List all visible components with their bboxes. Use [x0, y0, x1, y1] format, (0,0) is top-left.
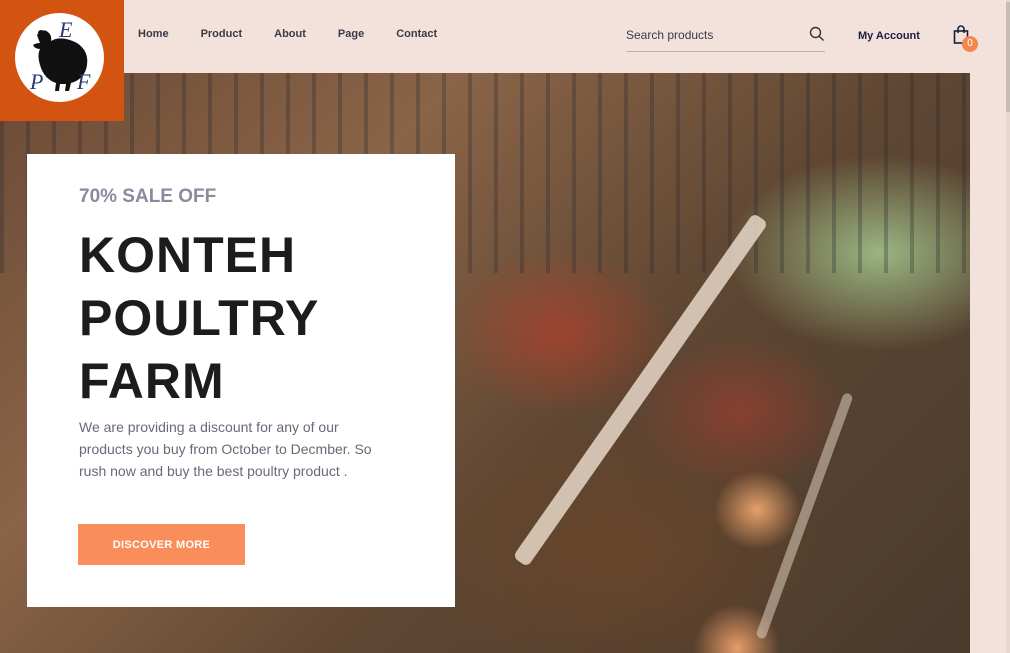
hero-image-feed-rail-far	[755, 391, 854, 640]
sale-label: 70% SALE OFF	[79, 186, 217, 207]
logo-emblem: E P F	[15, 13, 104, 102]
discover-more-button[interactable]: DISCOVER MORE	[78, 524, 245, 565]
main-nav: Home Product About Page Contact	[138, 28, 469, 40]
hero-description: We are providing a discount for any of o…	[79, 419, 372, 479]
page-scrollbar[interactable]	[1006, 0, 1010, 653]
nav-product[interactable]: Product	[201, 28, 243, 40]
hero-title: KONTEH POULTRY FARM	[79, 224, 439, 413]
hero-title-line-2: POULTRY	[79, 290, 320, 346]
hero-title-line-1: KONTEH	[79, 227, 297, 283]
cart-count-badge: 0	[962, 36, 978, 52]
logo-letter-f: F	[77, 69, 91, 94]
nav-page[interactable]: Page	[338, 28, 364, 40]
nav-contact[interactable]: Contact	[396, 28, 437, 40]
my-account-link[interactable]: My Account	[858, 30, 920, 42]
logo-letter-e: E	[59, 17, 73, 42]
hero-title-line-3: FARM	[79, 353, 225, 409]
nav-about[interactable]: About	[274, 28, 306, 40]
search-input[interactable]	[626, 26, 796, 44]
cart-button[interactable]: 0	[953, 25, 979, 52]
nav-home[interactable]: Home	[138, 28, 169, 40]
search-box	[626, 26, 825, 52]
search-icon[interactable]	[809, 26, 825, 42]
hero-promo-card: 70% SALE OFF KONTEH POULTRY FARM We are …	[27, 154, 455, 607]
logo-letter-p: P	[30, 69, 44, 94]
scrollbar-thumb[interactable]	[1006, 2, 1010, 112]
logo[interactable]: E P F	[0, 0, 124, 121]
